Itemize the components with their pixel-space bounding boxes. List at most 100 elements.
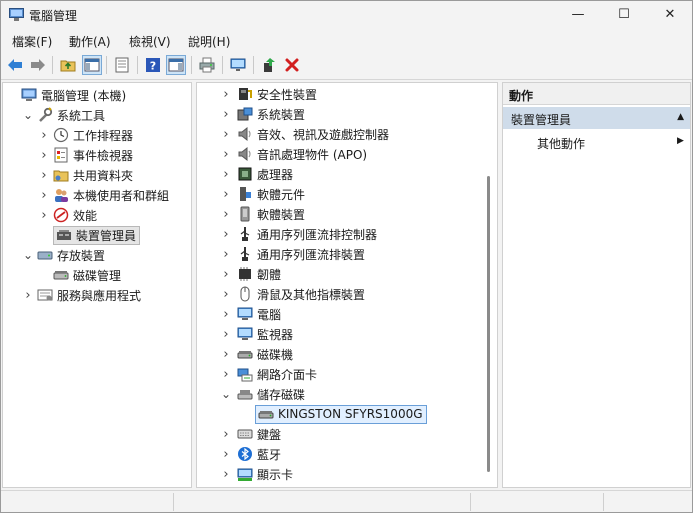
device-category[interactable]: › 安全性裝置: [223, 84, 317, 104]
device-category[interactable]: › 顯示卡: [223, 464, 293, 484]
device-category[interactable]: › 軟體裝置: [223, 204, 305, 224]
device-category[interactable]: ⌄ 儲存磁碟: [221, 384, 305, 404]
chevron-right-icon[interactable]: ›: [221, 364, 231, 384]
chevron-down-icon[interactable]: ⌄: [23, 245, 33, 265]
window-title: 電腦管理: [29, 9, 78, 23]
chevron-right-icon[interactable]: ›: [221, 84, 231, 104]
tree-item-label: 工作排程器: [73, 128, 134, 143]
show-hide-console-tree-button[interactable]: [82, 55, 102, 75]
device-label: KINGSTON SFYRS1000G: [278, 407, 423, 421]
usb-icon: [237, 246, 253, 262]
chevron-right-icon[interactable]: ›: [221, 444, 231, 464]
back-button[interactable]: [5, 55, 25, 75]
menu-view[interactable]: 檢視(V): [129, 33, 171, 50]
tree-item[interactable]: 磁碟管理: [53, 265, 121, 285]
disk-drive-icon: [237, 346, 253, 362]
tree-item[interactable]: › 服務與應用程式: [25, 285, 142, 305]
chevron-right-icon[interactable]: ›: [221, 264, 231, 284]
device-category[interactable]: › 鍵盤: [223, 424, 281, 444]
chevron-right-icon[interactable]: ›: [221, 344, 231, 364]
device-item[interactable]: KINGSTON SFYRS1000G: [255, 404, 427, 424]
menu-help[interactable]: 說明(H): [188, 33, 230, 50]
device-category[interactable]: › 通用序列匯流排裝置: [223, 244, 365, 264]
chevron-right-icon[interactable]: ›: [221, 224, 231, 244]
tree-item[interactable]: › 事件檢視器: [41, 145, 133, 165]
device-category[interactable]: › 磁碟機: [223, 344, 293, 364]
tree-item[interactable]: › 效能: [41, 205, 97, 225]
scan-hardware-button[interactable]: [228, 55, 248, 75]
tree-item[interactable]: 裝置管理員: [53, 225, 141, 245]
menu-bar: 檔案(F) 動作(A) 檢視(V) 說明(H): [1, 30, 692, 51]
chevron-right-icon[interactable]: ›: [221, 124, 231, 144]
chevron-right-icon[interactable]: ›: [221, 324, 231, 344]
speaker-icon: [237, 126, 253, 142]
chevron-right-icon[interactable]: ›: [39, 165, 49, 185]
tree-item[interactable]: ⌄ 系統工具: [23, 105, 105, 125]
software-component-icon: [237, 186, 253, 202]
device-category[interactable]: › 電腦: [223, 304, 281, 324]
submenu-arrow-icon[interactable]: ▶: [677, 136, 684, 146]
tree-item[interactable]: › 本機使用者和群組: [41, 185, 169, 205]
device-category[interactable]: › 音訊處理物件 (APO): [223, 144, 367, 164]
close-button[interactable]: ✕: [647, 1, 693, 29]
tree-item[interactable]: ⌄ 存放裝置: [23, 245, 105, 265]
help-button[interactable]: ?: [143, 55, 163, 75]
update-driver-button[interactable]: [259, 55, 279, 75]
chevron-right-icon[interactable]: ›: [23, 285, 33, 305]
performance-icon: [53, 207, 69, 223]
chevron-right-icon[interactable]: ›: [221, 244, 231, 264]
chevron-right-icon[interactable]: ›: [39, 145, 49, 165]
chevron-right-icon[interactable]: ›: [39, 185, 49, 205]
menu-file[interactable]: 檔案(F): [12, 33, 52, 50]
chevron-right-icon[interactable]: ›: [39, 205, 49, 225]
collapse-up-icon[interactable]: ▲: [677, 112, 684, 122]
device-category[interactable]: › 通用序列匯流排控制器: [223, 224, 377, 244]
device-category[interactable]: › 韌體: [223, 264, 281, 284]
device-category[interactable]: › 處理器: [223, 164, 293, 184]
chevron-right-icon[interactable]: ›: [221, 184, 231, 204]
print-button[interactable]: [197, 55, 217, 75]
tree-item[interactable]: 電腦管理 (本機): [21, 85, 126, 105]
chevron-right-icon[interactable]: ›: [221, 144, 231, 164]
up-one-level-button[interactable]: [58, 55, 78, 75]
properties-button[interactable]: [112, 55, 132, 75]
chevron-right-icon[interactable]: ›: [221, 164, 231, 184]
tree-item-label: 電腦管理 (本機): [41, 88, 127, 103]
chevron-down-icon[interactable]: ⌄: [23, 105, 33, 125]
device-category[interactable]: › 系統裝置: [223, 104, 305, 124]
more-actions-item[interactable]: 其他動作: [537, 135, 585, 152]
device-category[interactable]: › 滑鼠及其他指標裝置: [223, 284, 365, 304]
tree-item-label: 磁碟管理: [73, 268, 122, 283]
forward-button[interactable]: [28, 55, 48, 75]
chevron-right-icon[interactable]: ›: [39, 125, 49, 145]
device-category[interactable]: › 藍牙: [223, 444, 281, 464]
status-cell: [1, 493, 174, 511]
maximize-button[interactable]: ☐: [601, 1, 647, 29]
device-category[interactable]: › 網路介面卡: [223, 364, 317, 384]
toolbar-separator: [222, 56, 223, 74]
show-action-pane-button[interactable]: [166, 55, 186, 75]
minimize-button[interactable]: —: [555, 1, 601, 29]
actions-section-device-manager[interactable]: 裝置管理員 ▲: [503, 107, 690, 129]
tree-item[interactable]: › 工作排程器: [41, 125, 134, 145]
device-tree-pane[interactable]: › 安全性裝置 › 系統裝置 › 音效、視訊及遊戲控制器 › 音訊處理物件 (APO) › 處理器…: [196, 82, 498, 488]
tree-item[interactable]: › 共用資料夾: [41, 165, 133, 185]
chevron-right-icon[interactable]: ›: [221, 104, 231, 124]
device-category[interactable]: › 音效、視訊及遊戲控制器: [223, 124, 389, 144]
device-category[interactable]: › 軟體元件: [223, 184, 306, 204]
device-category[interactable]: › 監視器: [223, 324, 293, 344]
console-tree-pane[interactable]: 電腦管理 (本機) ⌄ 系統工具 › 工作排程器 › 事件檢視器 › 共用資料夾 › 本機使用者和群…: [2, 82, 192, 488]
chevron-right-icon[interactable]: ›: [221, 284, 231, 304]
menu-action[interactable]: 動作(A): [69, 33, 111, 50]
uninstall-device-button[interactable]: [282, 55, 302, 75]
selected-tree-item[interactable]: 裝置管理員: [53, 225, 141, 245]
tree-item-label: 服務與應用程式: [57, 288, 142, 303]
chevron-right-icon[interactable]: ›: [221, 424, 231, 444]
chevron-down-icon[interactable]: ⌄: [221, 384, 231, 404]
device-label: 軟體元件: [257, 187, 306, 202]
chevron-right-icon[interactable]: ›: [221, 204, 231, 224]
chevron-right-icon[interactable]: ›: [221, 464, 231, 484]
device-tree-scrollbar[interactable]: [487, 176, 490, 472]
title-bar[interactable]: 電腦管理 — ☐ ✕: [1, 1, 692, 30]
chevron-right-icon[interactable]: ›: [221, 304, 231, 324]
